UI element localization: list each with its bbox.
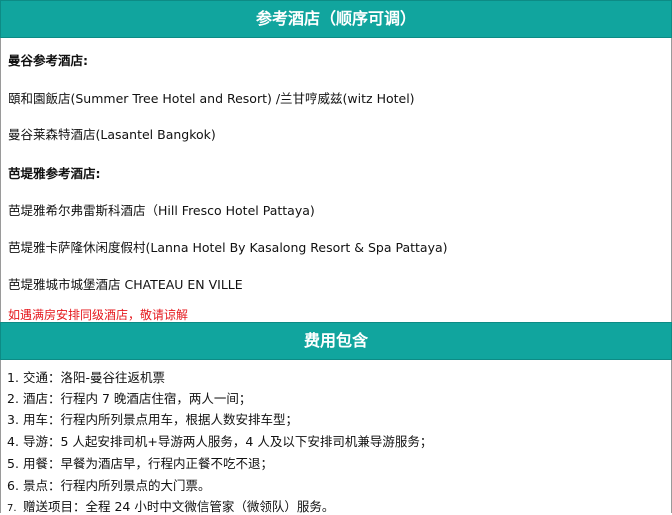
pattaya-hotel-item: 芭堤雅城市城堡酒店 CHATEAU EN VILLE xyxy=(8,277,243,292)
pattaya-hotel-item: 芭堤雅希尔弗雷斯科酒店（Hill Fresco Hotel Pattaya) xyxy=(8,203,315,218)
fee-item-text: 用餐：早餐为酒店早，行程内正餐不吃不退； xyxy=(23,456,274,471)
page: 参考酒店（顺序可调） 曼谷参考酒店: 頤和園飯店(Summer Tree Hot… xyxy=(0,0,672,515)
bangkok-hotel-item: 曼谷莱森特酒店(Lasantel Bangkok) xyxy=(8,127,216,142)
hotels-section-body: 曼谷参考酒店: 頤和園飯店(Summer Tree Hotel and Reso… xyxy=(0,38,672,322)
fee-item-number: 6. xyxy=(7,478,19,493)
fee-item: 6. 景点：行程内所列景点的大门票。 xyxy=(7,475,211,494)
fee-item: 2. 酒店：行程内 7 晚酒店住宿，两人一间； xyxy=(7,388,251,407)
fees-section-header: 费用包含 xyxy=(0,322,672,360)
fee-item-text: 导游：5 人起安排司机+导游两人服务，4 人及以下安排司机兼导游服务； xyxy=(23,434,433,449)
pattaya-hotel-item: 芭堤雅卡萨隆休闲度假村(Lanna Hotel By Kasalong Reso… xyxy=(8,240,448,255)
fee-item-number: 5. xyxy=(7,456,19,471)
fee-item: 7. 赠送项目：全程 24 小时中文微信管家（微领队）服务。 xyxy=(7,496,334,515)
fee-item: 3. 用车：行程内所列景点用车，根据人数安排车型； xyxy=(7,409,298,428)
fee-item-text: 交通：洛阳-曼谷往返机票 xyxy=(23,370,166,385)
fee-item-text: 用车：行程内所列景点用车，根据人数安排车型； xyxy=(23,412,299,427)
bangkok-hotel-item: 頤和園飯店(Summer Tree Hotel and Resort) /兰甘哼… xyxy=(8,91,415,106)
fee-item-number: 7. xyxy=(7,503,17,514)
fee-item-number: 4. xyxy=(7,434,19,449)
fee-item-number: 3. xyxy=(7,412,19,427)
fee-item: 4. 导游：5 人起安排司机+导游两人服务，4 人及以下安排司机兼导游服务； xyxy=(7,431,432,450)
fee-item-number: 2. xyxy=(7,391,19,406)
fee-item-number: 1. xyxy=(7,370,19,385)
full-booking-note: 如遇满房安排同级酒店，敬请谅解 xyxy=(8,308,189,322)
hotels-section-header: 参考酒店（顺序可调） xyxy=(0,0,672,38)
fee-item-text: 景点：行程内所列景点的大门票。 xyxy=(23,478,211,493)
fee-item: 5. 用餐：早餐为酒店早，行程内正餐不吃不退； xyxy=(7,453,273,472)
fees-section-body: 1. 交通：洛阳-曼谷往返机票 2. 酒店：行程内 7 晚酒店住宿，两人一间； 3.… xyxy=(0,360,672,515)
pattaya-hotels-title: 芭堤雅参考酒店: xyxy=(8,166,101,181)
fee-item-text: 赠送项目：全程 24 小时中文微信管家（微领队）服务。 xyxy=(23,499,335,514)
bangkok-hotels-title: 曼谷参考酒店: xyxy=(8,53,88,68)
fee-item-text: 酒店：行程内 7 晚酒店住宿，两人一间； xyxy=(23,391,252,406)
fee-item: 1. 交通：洛阳-曼谷往返机票 xyxy=(7,367,165,386)
